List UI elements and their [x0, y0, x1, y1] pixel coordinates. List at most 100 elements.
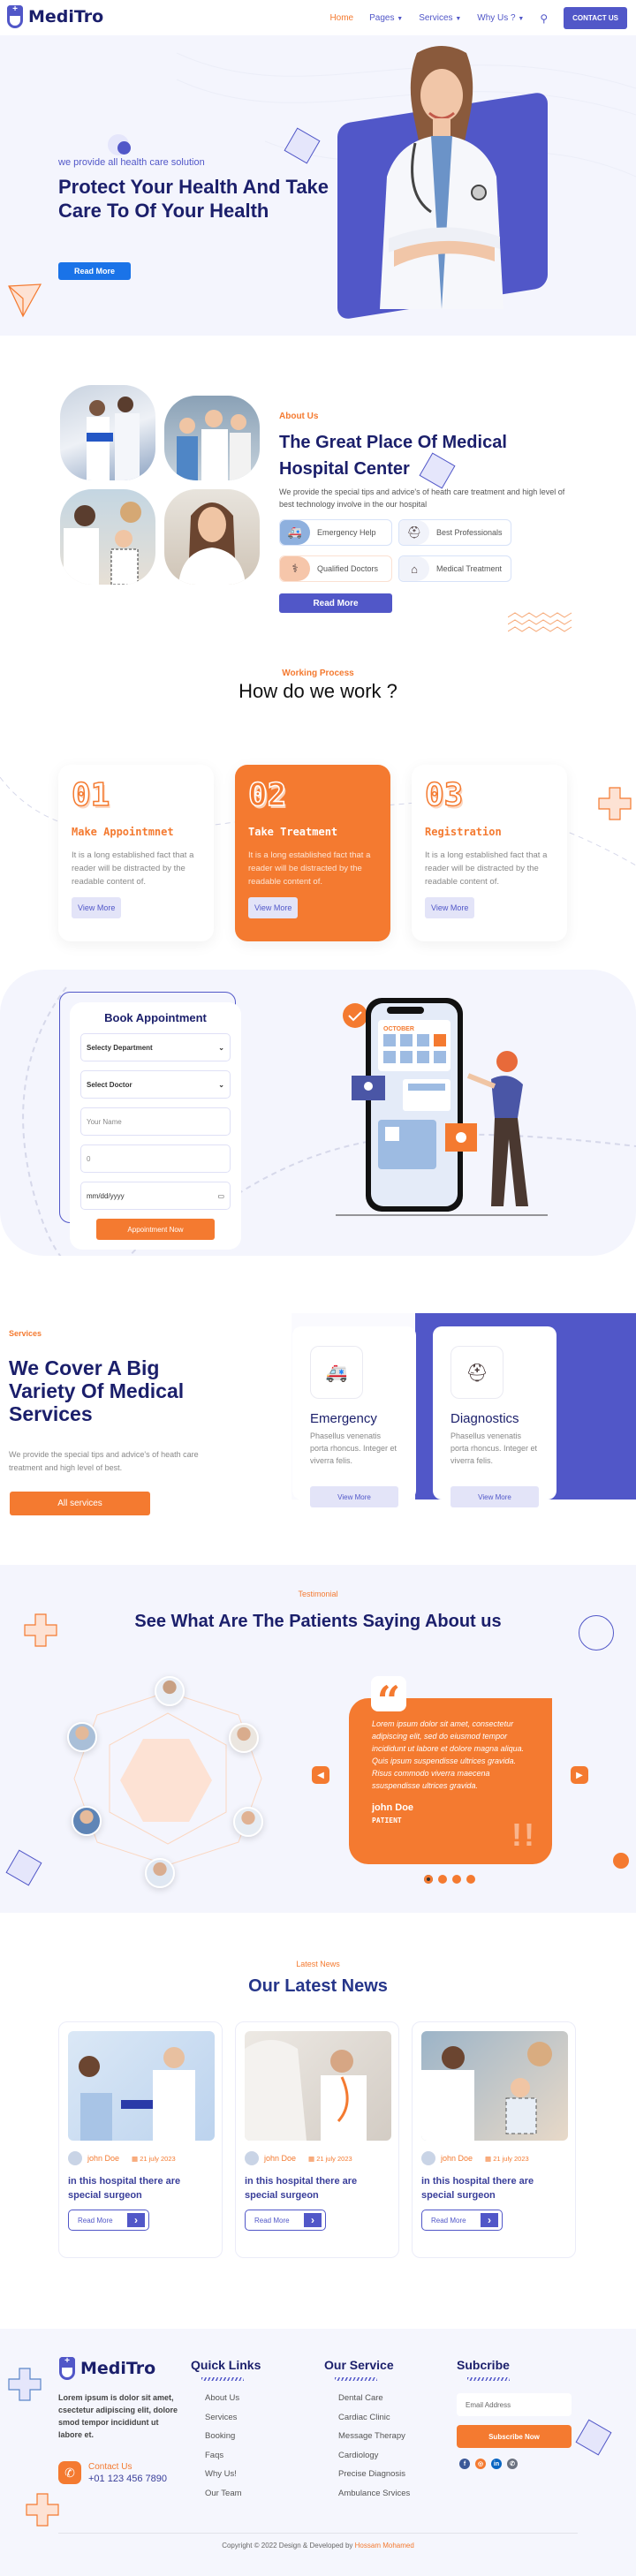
about-image-medical-team	[164, 396, 260, 480]
main-nav: Home Pages ▼ Services ▼ Why Us ? ▼ ⚲ CON…	[329, 7, 627, 29]
chevron-down-icon: ▼	[397, 16, 404, 22]
footer-link[interactable]: Booking	[205, 2431, 261, 2451]
child-high-five-illustration	[421, 2042, 552, 2141]
news-headline[interactable]: in this hospital there are special surge…	[245, 2174, 390, 2202]
footer-link[interactable]: Faqs	[205, 2451, 261, 2470]
doctor-select[interactable]: Select Doctor ⌄	[80, 1070, 231, 1099]
chevron-down-icon: ▼	[518, 16, 525, 22]
news-card: john Doe ▦ 21 july 2023 in this hospital…	[412, 2021, 576, 2258]
patient-avatar[interactable]	[233, 1807, 263, 1837]
next-arrow-button[interactable]: ▶	[571, 1766, 588, 1784]
footer-logo[interactable]: + MediTro	[59, 2356, 155, 2380]
nav-pages[interactable]: Pages ▼	[369, 13, 403, 23]
subscribe-now-button[interactable]: Subscribe Now	[457, 2425, 572, 2448]
whatsapp-icon[interactable]: ✆	[507, 2459, 518, 2469]
footer-link[interactable]: Precise Diagnosis	[338, 2469, 410, 2489]
news-headline[interactable]: in this hospital there are special surge…	[421, 2174, 566, 2202]
footer-link[interactable]: Why Us!	[205, 2469, 261, 2489]
all-services-button[interactable]: All services	[10, 1492, 150, 1515]
step-title: Make Appointmnet	[72, 826, 174, 838]
step-view-more-button[interactable]: View More	[72, 897, 122, 918]
booking-phone-illustration: OCTOBER	[336, 998, 548, 1216]
title-underline-decor	[467, 2377, 510, 2381]
appointment-now-button[interactable]: Appointment Now	[96, 1219, 215, 1240]
footer-link[interactable]: Message Therapy	[338, 2431, 410, 2451]
copyright-author-link[interactable]: Hossam Mohamed	[355, 2542, 414, 2550]
footer-divider	[58, 2533, 578, 2534]
hero-read-more-button[interactable]: Read More	[58, 262, 131, 280]
about-image-grid	[60, 385, 263, 586]
stethoscope-icon: ⚕	[280, 556, 310, 581]
patient-avatar[interactable]	[67, 1722, 97, 1752]
title-underline-decor	[201, 2377, 244, 2381]
department-select[interactable]: Selecty Department ⌄	[80, 1033, 231, 1061]
footer-link[interactable]: Cardiology	[338, 2451, 410, 2470]
news-read-more-button[interactable]: Read More ›	[68, 2210, 149, 2231]
date-input[interactable]: mm/dd/yyyy ▭	[80, 1182, 231, 1210]
decor-zigzag	[508, 612, 572, 632]
logo-shield-icon: +	[7, 4, 23, 28]
contact-us-button[interactable]: CONTACT US	[564, 7, 627, 29]
email-input[interactable]: Email Address	[457, 2393, 572, 2416]
news-author[interactable]: john Doe	[441, 2154, 473, 2163]
news-read-more-button[interactable]: Read More ›	[421, 2210, 503, 2231]
patient-avatar[interactable]	[229, 1723, 259, 1753]
news-meta: john Doe ▦ 21 july 2023	[68, 2151, 213, 2165]
carousel-dot[interactable]	[466, 1875, 475, 1884]
copyright: Copyright © 2022 Design & Developed by H…	[0, 2542, 636, 2550]
footer-link[interactable]: Ambulance Srvices	[338, 2489, 410, 2508]
phone-input[interactable]: 0	[80, 1144, 231, 1173]
patient-avatar[interactable]	[155, 1676, 185, 1706]
carousel-dot-active[interactable]	[424, 1875, 433, 1884]
news-image[interactable]	[421, 2031, 568, 2141]
news-meta: john Doe ▦ 21 july 2023	[421, 2151, 566, 2165]
feature-medical-treatment: ⌂ Medical Treatment	[398, 555, 511, 582]
search-icon[interactable]: ⚲	[540, 12, 548, 25]
ambulance-icon: 🚑	[280, 520, 310, 545]
step-number: 01	[71, 776, 110, 814]
footer-link[interactable]: Dental Care	[338, 2393, 410, 2413]
nav-home[interactable]: Home	[329, 13, 353, 23]
nav-services[interactable]: Services ▼	[419, 13, 461, 23]
instagram-icon[interactable]: ◎	[475, 2459, 486, 2469]
news-date-text: 21 july 2023	[493, 2154, 529, 2163]
patient-avatar[interactable]	[145, 1858, 175, 1888]
read-more-label: Read More	[78, 2216, 113, 2225]
facebook-icon[interactable]: f	[459, 2459, 470, 2469]
news-read-more-button[interactable]: Read More ›	[245, 2210, 326, 2231]
name-input[interactable]: Your Name	[80, 1107, 231, 1136]
carousel-dot[interactable]	[452, 1875, 461, 1884]
step-number: 02	[247, 776, 287, 814]
title-underline-decor	[335, 2377, 377, 2381]
calendar-icon[interactable]: ▭	[217, 1192, 224, 1200]
about-read-more-button[interactable]: Read More	[279, 593, 392, 613]
about-section-label: About Us	[279, 412, 319, 421]
prev-arrow-button[interactable]: ◀	[312, 1766, 329, 1784]
child-checkup-illustration	[64, 502, 141, 585]
news-headline[interactable]: in this hospital there are special surge…	[68, 2174, 213, 2202]
contact-phone[interactable]: +01 123 456 7890	[88, 2474, 167, 2484]
footer-link[interactable]: Our Team	[205, 2489, 261, 2508]
department-select-value: Selecty Department	[87, 1043, 153, 1052]
decor-plus-icon	[8, 2368, 42, 2401]
footer-link[interactable]: Services	[205, 2413, 261, 2432]
service-card-emergency: 🚑 Emergency Phasellus venenatis porta rh…	[292, 1326, 416, 1507]
news-image[interactable]	[245, 2031, 391, 2141]
carousel-dot[interactable]	[438, 1875, 447, 1884]
footer-link[interactable]: About Us	[205, 2393, 261, 2413]
service-view-more-button[interactable]: View More	[310, 1486, 398, 1507]
footer-link[interactable]: Cardiac Clinic	[338, 2413, 410, 2432]
brand-logo[interactable]: + MediTro	[7, 4, 103, 28]
news-author[interactable]: john Doe	[87, 2154, 119, 2163]
about-image-female-doctor	[164, 489, 260, 585]
decor-plus-icon	[598, 787, 632, 820]
patient-avatar[interactable]	[72, 1806, 102, 1836]
nav-why-us[interactable]: Why Us ? ▼	[477, 13, 524, 23]
step-view-more-button[interactable]: View More	[425, 897, 475, 918]
news-image[interactable]	[68, 2031, 215, 2141]
step-view-more-button[interactable]: View More	[248, 897, 299, 918]
linkedin-icon[interactable]: in	[491, 2459, 502, 2469]
news-author[interactable]: john Doe	[264, 2154, 296, 2163]
medical-team-illustration	[177, 410, 251, 480]
service-view-more-button[interactable]: View More	[450, 1486, 539, 1507]
